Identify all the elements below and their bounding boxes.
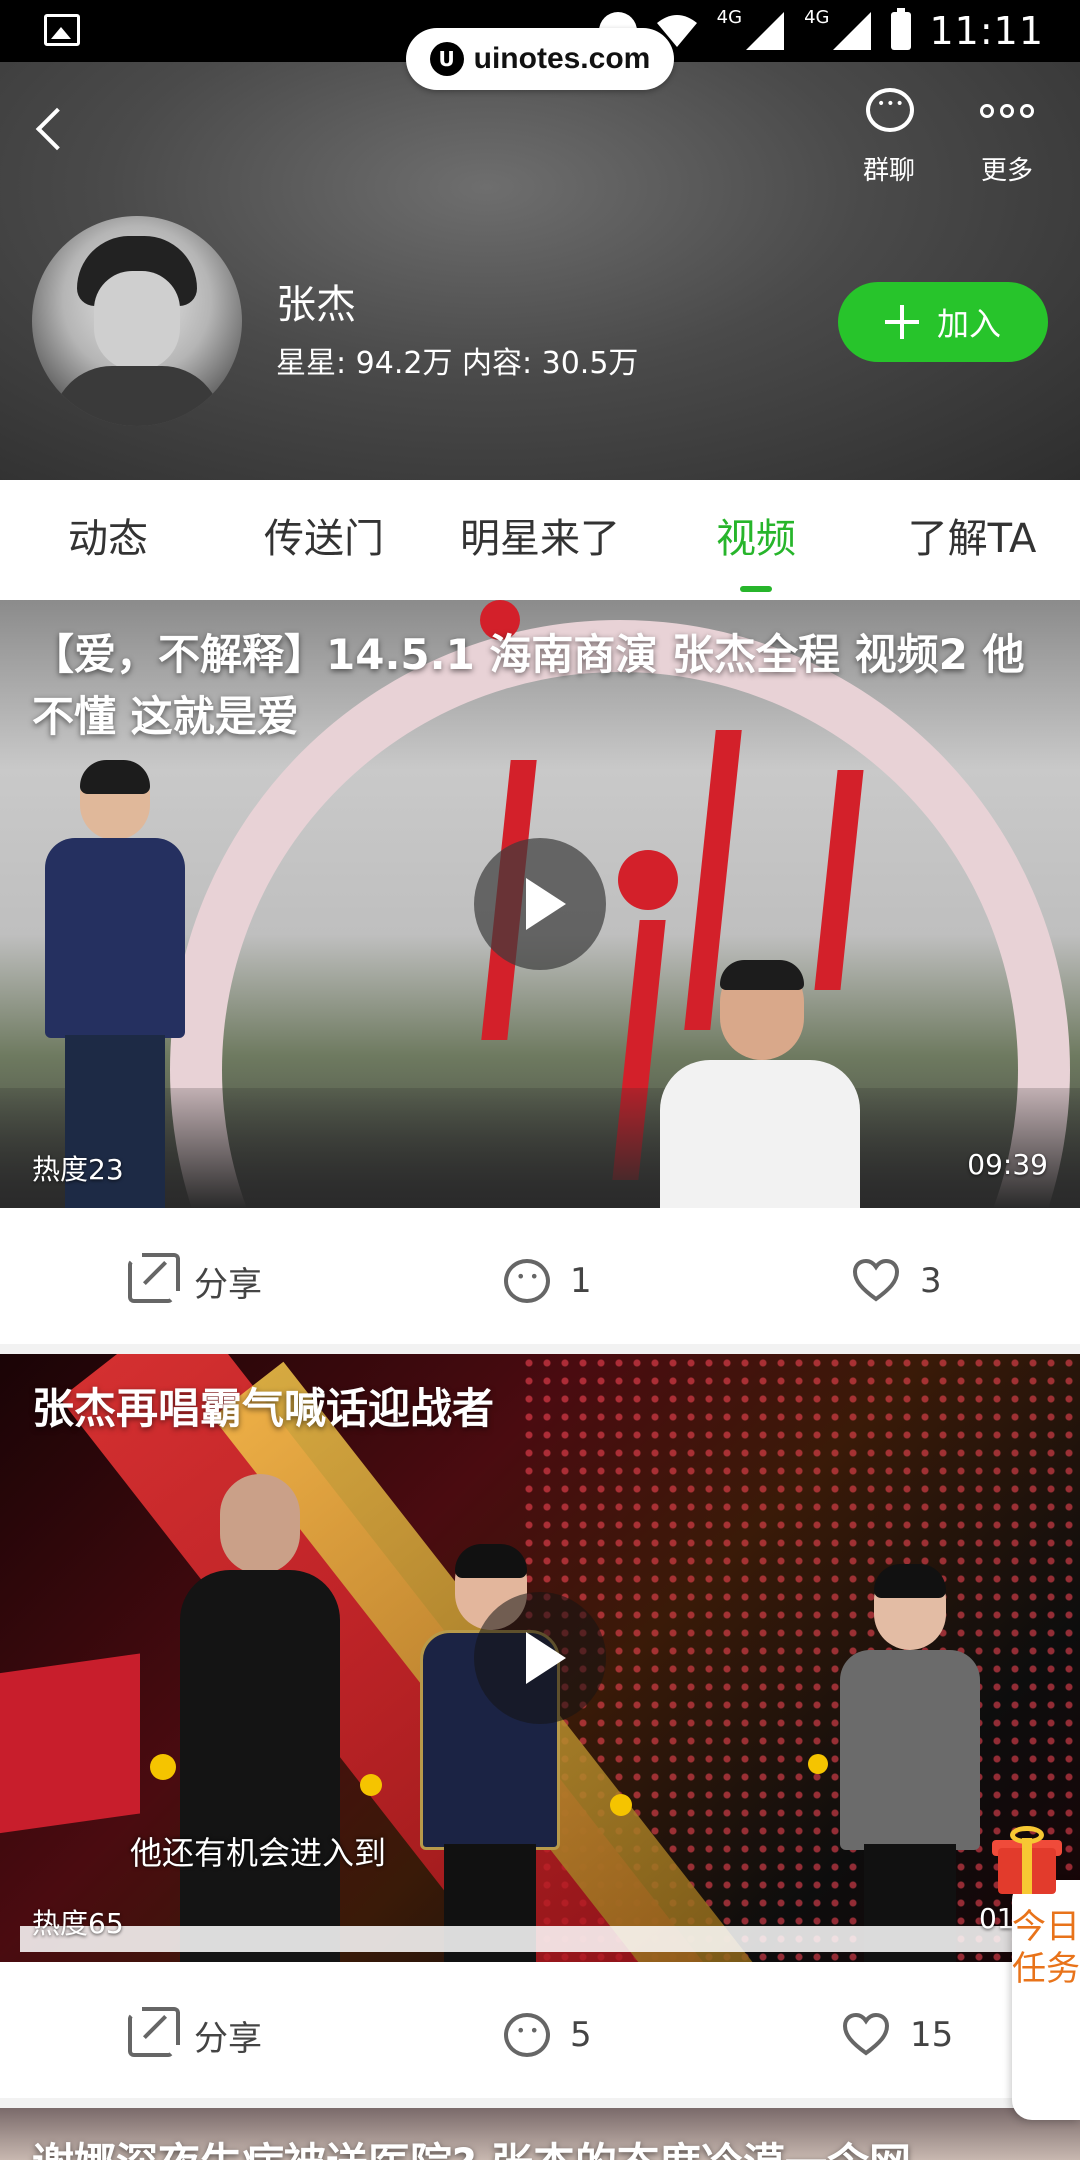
- tab-star-coming[interactable]: 明星来了: [432, 480, 648, 600]
- like-count: 15: [910, 2015, 954, 2055]
- share-label: 分享: [194, 2018, 262, 2059]
- chat-bubble-icon: [866, 88, 914, 132]
- watermark-logo: U: [429, 42, 464, 76]
- group-chat-button[interactable]: 群聊: [834, 82, 944, 192]
- heart-icon: [852, 1258, 900, 1303]
- more-button[interactable]: 更多: [952, 82, 1062, 192]
- back-button[interactable]: [24, 92, 84, 162]
- comment-count: 5: [570, 2015, 592, 2055]
- video-heat: 热度65: [32, 1907, 124, 1940]
- network-type-label: 4G: [716, 6, 743, 28]
- video-title: 【爱，不解释】14.5.1 海南商演 张杰全程 视频2 他不懂 这就是爱: [32, 630, 1025, 741]
- network-type-label-2: 4G: [804, 6, 830, 28]
- video-subtitle: 他还有机会进入到: [130, 1834, 387, 1872]
- video-title: 张杰再唱霸气喊话迎战者: [32, 1384, 495, 1433]
- video-thumbnail[interactable]: 【爱，不解释】14.5.1 海南商演 张杰全程 视频2 他不懂 这就是爱 热度2…: [0, 600, 1080, 1208]
- signal-icon-2: [833, 12, 873, 50]
- comment-icon: [504, 2013, 550, 2057]
- tab-videos[interactable]: 视频: [648, 480, 864, 600]
- watermark-badge: U uinotes.com: [406, 28, 674, 90]
- video-card: 谢娜深夜生病被送医院? 张杰的态度冷漠一令网: [0, 2108, 1080, 2160]
- tab-feed[interactable]: 动态: [0, 480, 216, 600]
- join-label: 加入: [936, 305, 1001, 343]
- comment-button[interactable]: 5: [504, 1962, 592, 2108]
- share-icon: [128, 2007, 180, 2057]
- share-label: 分享: [194, 1264, 262, 1305]
- heart-icon: [842, 2012, 890, 2057]
- clock: 11:11: [929, 9, 1044, 53]
- video-card: 他还有机会进入到 张杰再唱霸气喊话迎战者 热度65 01: 分享 5 15: [0, 1354, 1080, 2108]
- comment-icon: [504, 1259, 550, 1303]
- video-thumbnail[interactable]: 他还有机会进入到 张杰再唱霸气喊话迎战者 热度65 01:: [0, 1354, 1080, 1962]
- star-profile-header: 群聊 更多 张杰 星星: 94.2万 内容: 30.5万 加入: [0, 62, 1080, 480]
- video-thumbnail[interactable]: 谢娜深夜生病被送医院? 张杰的态度冷漠一令网: [0, 2108, 1080, 2160]
- tab-about[interactable]: 了解TA: [864, 480, 1080, 600]
- video-duration: 09:39: [967, 1148, 1048, 1181]
- like-button[interactable]: 15: [842, 1962, 953, 2108]
- star-name: 张杰: [276, 282, 356, 328]
- play-icon[interactable]: [474, 1592, 606, 1724]
- tab-portal[interactable]: 传送门: [216, 480, 432, 600]
- card-divider: [0, 2098, 1080, 2108]
- video-heat: 热度23: [32, 1153, 124, 1186]
- card-divider: [0, 1344, 1080, 1354]
- gift-icon[interactable]: [990, 1824, 1062, 1896]
- battery-icon: [891, 8, 912, 50]
- group-chat-label: 群聊: [862, 156, 915, 186]
- share-button[interactable]: 分享: [128, 1962, 262, 2108]
- like-count: 3: [920, 1261, 942, 1301]
- comment-button[interactable]: 1: [504, 1208, 592, 1354]
- video-actions: 分享 5 15: [0, 1962, 1080, 2108]
- plus-icon: [884, 305, 919, 339]
- signal-icon: [746, 12, 786, 50]
- video-title: 谢娜深夜生病被送医院? 张杰的态度冷漠一令网: [32, 2130, 911, 2160]
- profile-tabs: 动态 传送门 明星来了 视频 了解TA: [0, 480, 1080, 600]
- star-stats: 星星: 94.2万 内容: 30.5万: [276, 346, 639, 381]
- watermark-text: uinotes.com: [473, 42, 651, 75]
- gallery-icon: [44, 14, 80, 46]
- daily-task-button[interactable]: 今日任务: [1012, 1880, 1080, 2120]
- like-button[interactable]: 3: [852, 1208, 942, 1354]
- play-icon[interactable]: [474, 838, 606, 970]
- comment-count: 1: [570, 1261, 592, 1301]
- join-button[interactable]: 加入: [838, 282, 1048, 362]
- star-avatar[interactable]: [32, 216, 242, 426]
- video-card: 【爱，不解释】14.5.1 海南商演 张杰全程 视频2 他不懂 这就是爱 热度2…: [0, 600, 1080, 1354]
- more-label: 更多: [980, 156, 1033, 186]
- share-icon: [128, 1253, 180, 1303]
- share-button[interactable]: 分享: [128, 1208, 262, 1354]
- more-dots-icon: [980, 104, 1034, 118]
- video-actions: 分享 1 3: [0, 1208, 1080, 1354]
